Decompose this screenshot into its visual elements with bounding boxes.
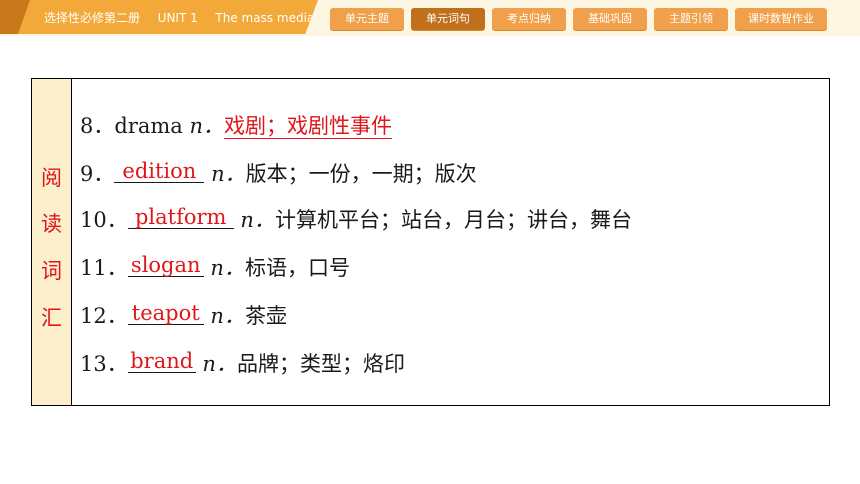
course-title: 选择性必修第二册 UNIT 1 The mass media: [44, 9, 314, 26]
item-word: drama: [114, 114, 183, 138]
item-number: 8．: [80, 114, 115, 138]
part-of-speech: n．: [202, 352, 237, 376]
section-label-char: 词: [41, 259, 62, 283]
vocab-item: 11． slogan n．标语，口号: [80, 253, 350, 282]
answer-text: 戏剧；戏剧性事件: [224, 114, 393, 139]
answer-blank: slogan: [127, 253, 204, 277]
tab-homework[interactable]: 课时数智作业: [735, 8, 827, 30]
item-number: 13．: [80, 352, 128, 376]
section-label-char: 汇: [41, 306, 62, 330]
answer-text: brand: [130, 349, 194, 373]
course-prefix: 选择性必修第二册: [44, 11, 141, 25]
unit-title: The mass media: [215, 11, 315, 25]
part-of-speech: n．: [210, 256, 245, 280]
vocab-item: 9． edition n．版本；一份，一期；版次: [80, 159, 477, 188]
tab-theme-guide[interactable]: 主题引领: [654, 8, 728, 30]
top-bar: 选择性必修第二册 UNIT 1 The mass media 单元主题 单元词句…: [0, 0, 860, 36]
item-meaning: 品牌；类型；烙印: [236, 352, 405, 376]
part-of-speech: n．: [210, 304, 245, 328]
answer-text: edition: [122, 159, 197, 183]
tab-basic-practice[interactable]: 基础巩固: [573, 8, 647, 30]
section-label-char: 阅: [41, 166, 62, 190]
tab-key-points[interactable]: 考点归纳: [492, 8, 566, 30]
section-label: 阅 读 词 汇: [32, 79, 72, 405]
course-banner: 选择性必修第二册 UNIT 1 The mass media: [0, 0, 318, 34]
vocab-item: 13． brand n．品牌；类型；烙印: [80, 349, 405, 378]
answer-text: platform: [134, 205, 227, 229]
vocab-item: 10． platform n．计算机平台；站台，月台；讲台，舞台: [80, 205, 632, 234]
tab-unit-vocab[interactable]: 单元词句: [411, 8, 485, 30]
item-number: 10．: [80, 208, 128, 232]
item-meaning: 标语，口号: [244, 256, 350, 280]
section-label-char: 读: [41, 212, 62, 236]
item-meaning: 计算机平台；站台，月台；讲台，舞台: [274, 208, 632, 232]
item-number: 11．: [80, 256, 128, 280]
item-number: 12．: [80, 304, 128, 328]
unit-label: UNIT 1: [157, 11, 198, 25]
item-number: 9．: [80, 162, 115, 186]
vocab-item: 8．drama n．戏剧；戏剧性事件: [80, 112, 393, 140]
vocab-item: 12． teapot n．茶壶: [80, 301, 287, 330]
item-meaning: 茶壶: [244, 304, 287, 328]
item-meaning: 版本；一份，一期；版次: [245, 162, 477, 186]
answer-blank: edition: [114, 159, 205, 183]
answer-text: teapot: [131, 301, 200, 325]
part-of-speech: n．: [189, 114, 225, 138]
answer-blank: brand: [127, 349, 196, 373]
part-of-speech: n．: [240, 208, 275, 232]
answer-text: slogan: [130, 253, 201, 277]
tab-unit-theme[interactable]: 单元主题: [330, 8, 404, 30]
part-of-speech: n．: [211, 162, 246, 186]
answer-blank: teapot: [127, 301, 204, 325]
answer-blank: platform: [127, 205, 234, 229]
banner-accent: [0, 0, 30, 34]
